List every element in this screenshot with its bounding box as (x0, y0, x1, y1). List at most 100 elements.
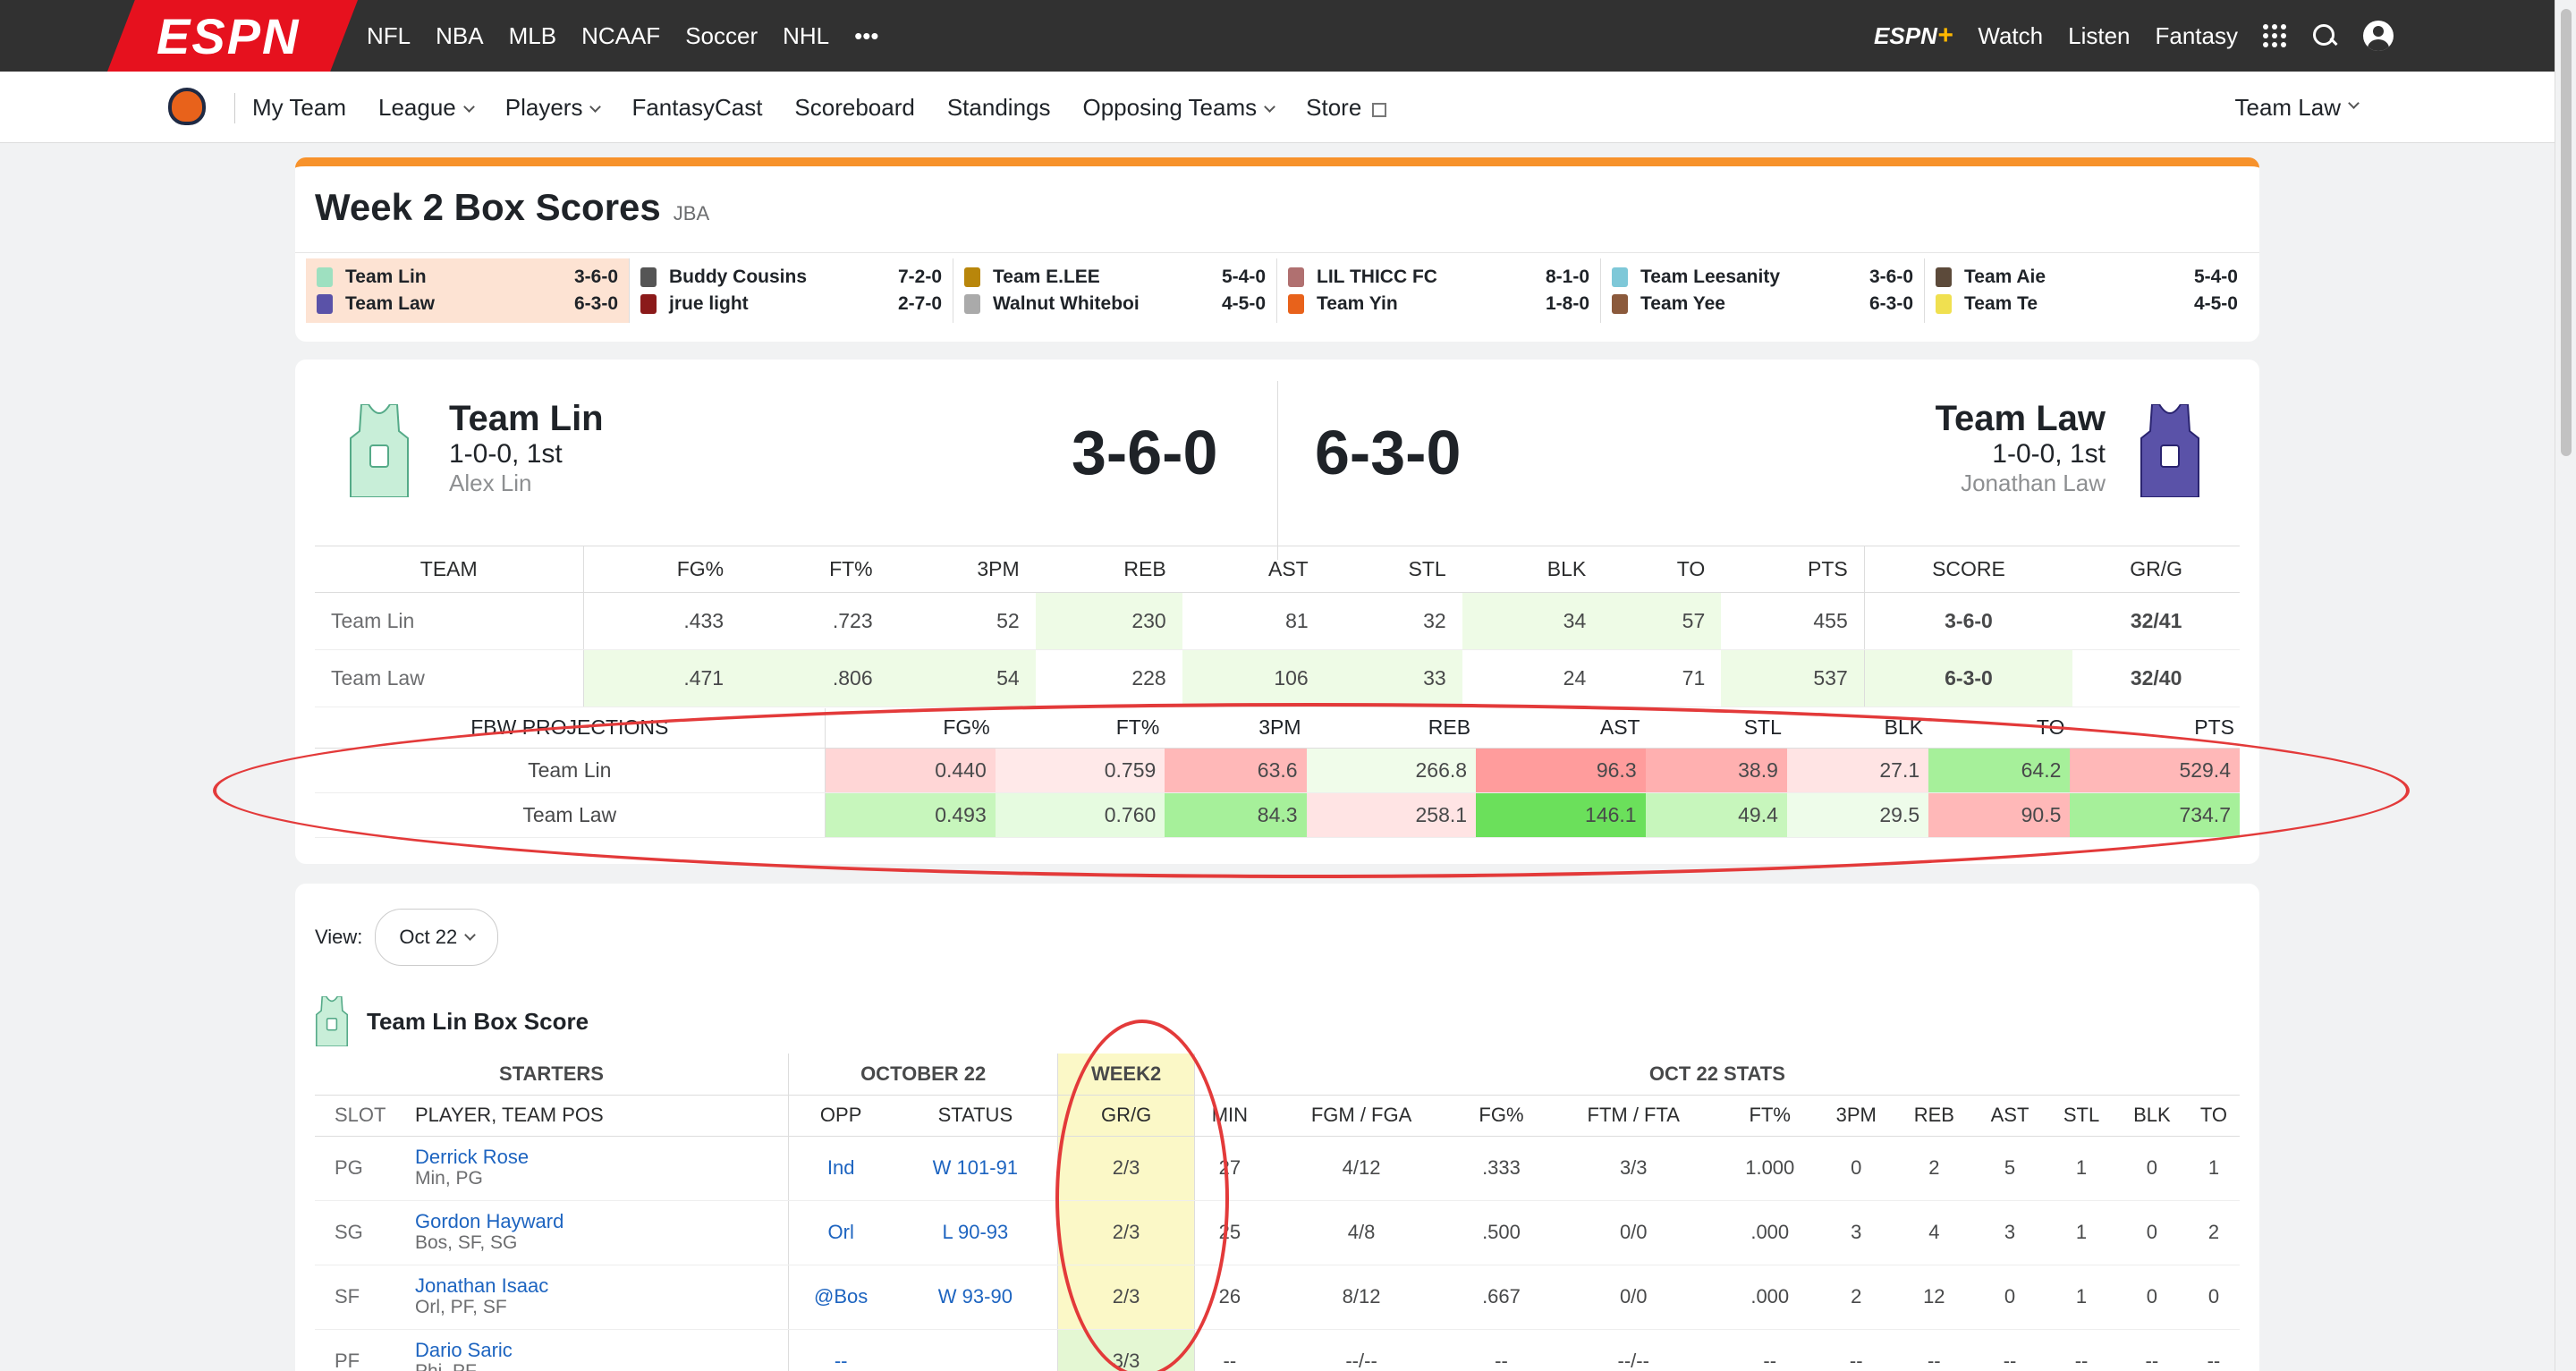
user-account-icon[interactable] (2363, 21, 2394, 51)
stats-value-cell: 24 (1462, 649, 1603, 707)
search-icon[interactable] (2311, 22, 2338, 49)
matchup-row: Team Yee 6-3-0 (1612, 293, 1913, 315)
stats-col-header[interactable]: FG% (582, 546, 741, 593)
matchup-row: Team Law 6-3-0 (317, 293, 618, 315)
matchup-item[interactable]: Team E.LEE 5-4-0 Walnut Whiteboi 4-5-0 (953, 258, 1277, 323)
team-law-owner: Jonathan Law (1961, 470, 2106, 496)
page-scrollbar[interactable] (2555, 0, 2576, 1371)
subnav-scoreboard[interactable]: Scoreboard (794, 94, 914, 122)
stats-value-cell: .723 (740, 592, 889, 650)
box-col-header: FT% (1722, 1095, 1818, 1137)
group-starters: STARTERS (315, 1054, 789, 1096)
more-sports-icon[interactable]: ••• (854, 22, 878, 50)
player-team-pos: Orl, PF, SF (415, 1297, 507, 1317)
team-logo-icon (1288, 267, 1304, 287)
matchup-team-name: Team Lin (345, 267, 427, 287)
matchup-team-name: Team Leesanity (1640, 267, 1781, 287)
matchup-item[interactable]: Team Aie 5-4-0 Team Te 4-5-0 (1925, 258, 2249, 323)
matchup-item[interactable]: Buddy Cousins 7-2-0 jrue light 2-7-0 (630, 258, 953, 323)
matchup-team-name: Team Aie (1964, 267, 2046, 287)
espn-logo[interactable]: ESPN (107, 0, 358, 72)
player-stat-cell: 4/12 (1264, 1136, 1459, 1201)
subnav-my-team[interactable]: My Team (252, 94, 346, 122)
game-status-link[interactable] (893, 1329, 1058, 1371)
player-stat-cell: 0/0 (1544, 1265, 1723, 1330)
stats-col-header[interactable]: SCORE (1863, 546, 2073, 593)
player-name-link[interactable]: Dario Saric (415, 1340, 788, 1361)
stats-col-header[interactable]: AST (1182, 546, 1325, 593)
subnav-players-label: Players (504, 93, 583, 121)
team-lin-owner: Alex Lin (449, 470, 532, 496)
nav-watch[interactable]: Watch (1978, 22, 2043, 50)
view-selector: View: Oct 22 (315, 909, 499, 966)
nav-listen[interactable]: Listen (2068, 22, 2130, 50)
matchup-item[interactable]: Team Lin 3-6-0 Team Law 6-3-0 (306, 258, 630, 323)
nav-fantasy[interactable]: Fantasy (2156, 22, 2239, 50)
game-status-link[interactable]: W 93-90 (893, 1265, 1058, 1330)
player-team-pos: Min, PG (415, 1168, 483, 1189)
matchup-row: Team Aie 5-4-0 (1936, 267, 2238, 288)
stats-value-cell: 81 (1182, 592, 1325, 650)
opponent-link[interactable]: -- (787, 1329, 894, 1371)
chevron-down-icon (464, 929, 477, 941)
player-name-link[interactable]: Derrick Rose (415, 1147, 788, 1168)
player-stat-cell: .500 (1458, 1200, 1545, 1265)
stats-col-header[interactable]: GR/G (2072, 546, 2240, 593)
subnav-players[interactable]: Players (504, 93, 602, 122)
stats-col-header[interactable]: TO (1602, 546, 1722, 593)
game-status-link[interactable]: W 101-91 (893, 1136, 1058, 1201)
matchup-team-record: 8-1-0 (1545, 267, 1589, 287)
stats-col-header[interactable]: FT% (740, 546, 889, 593)
nav-nhl[interactable]: NHL (783, 22, 829, 50)
opponent-link[interactable]: Ind (787, 1136, 894, 1201)
nav-soccer[interactable]: Soccer (685, 22, 758, 50)
nav-mlb[interactable]: MLB (509, 22, 556, 50)
nav-ncaaf[interactable]: NCAAF (581, 22, 660, 50)
slot-cell: SF (315, 1265, 404, 1330)
stats-grg-cell: 32/40 (2072, 649, 2240, 707)
subnav-standings[interactable]: Standings (947, 94, 1051, 122)
stats-col-header[interactable]: 3PM (888, 546, 1036, 593)
nav-nfl[interactable]: NFL (367, 22, 411, 50)
stats-row: Team Lin .433.723 52 230 81 32 34 57 455 3-6-0 32/… (315, 592, 2240, 650)
opponent-link[interactable]: @Bos (787, 1265, 894, 1330)
stats-col-header[interactable]: TEAM (315, 546, 583, 593)
player-name-link[interactable]: Jonathan Isaac (415, 1275, 788, 1297)
subnav-fantasycast[interactable]: FantasyCast (631, 94, 762, 122)
league-logo-icon[interactable] (168, 88, 206, 125)
view-label: View: (315, 926, 363, 948)
page-title-text: Week 2 Box Scores (315, 186, 661, 228)
stats-value-cell: 455 (1721, 592, 1865, 650)
team-lin-name[interactable]: Team Lin (449, 399, 604, 439)
nav-nba[interactable]: NBA (436, 22, 483, 50)
matchup-team-name: Team E.LEE (993, 267, 1100, 287)
subnav-league[interactable]: League (378, 94, 475, 122)
team-logo-icon (1612, 294, 1628, 314)
matchup-team-record: 5-4-0 (1221, 267, 1266, 287)
espn-plus-logo[interactable]: ESPN+ (1874, 21, 1953, 51)
matchup-item[interactable]: LIL THICC FC 8-1-0 Team Yin 1-8-0 (1277, 258, 1601, 323)
apps-grid-icon[interactable] (2263, 24, 2286, 47)
player-stat-cell: .667 (1458, 1265, 1545, 1330)
team-menu[interactable]: Team Law (2235, 72, 2360, 143)
subnav-store[interactable]: Store (1306, 94, 1387, 122)
stats-col-header[interactable]: PTS (1721, 546, 1865, 593)
subnav-opposing-teams[interactable]: Opposing Teams (1083, 94, 1276, 122)
annotation-ellipse-projections (213, 703, 2410, 878)
date-dropdown[interactable]: Oct 22 (375, 909, 499, 966)
team-logo-icon (640, 294, 657, 314)
game-status-link[interactable]: L 90-93 (893, 1200, 1058, 1265)
slot-cell: PF (315, 1329, 404, 1371)
team-law-name[interactable]: Team Law (1936, 399, 2106, 439)
stats-value-cell: 52 (888, 592, 1036, 650)
player-stat-cell: 1 (2046, 1265, 2116, 1330)
team-law-info: Team Law 1-0-0, 1st Jonathan Law (1936, 399, 2106, 497)
stats-col-header[interactable]: REB (1035, 546, 1182, 593)
stats-col-header[interactable]: BLK (1462, 546, 1603, 593)
player-name-link[interactable]: Gordon Hayward (415, 1211, 788, 1232)
stats-col-header[interactable]: STL (1324, 546, 1462, 593)
opponent-link[interactable]: Orl (787, 1200, 894, 1265)
team-logo-icon (1288, 294, 1304, 314)
team-law-jersey-icon (2140, 403, 2200, 498)
matchup-item[interactable]: Team Leesanity 3-6-0 Team Yee 6-3-0 (1601, 258, 1925, 323)
